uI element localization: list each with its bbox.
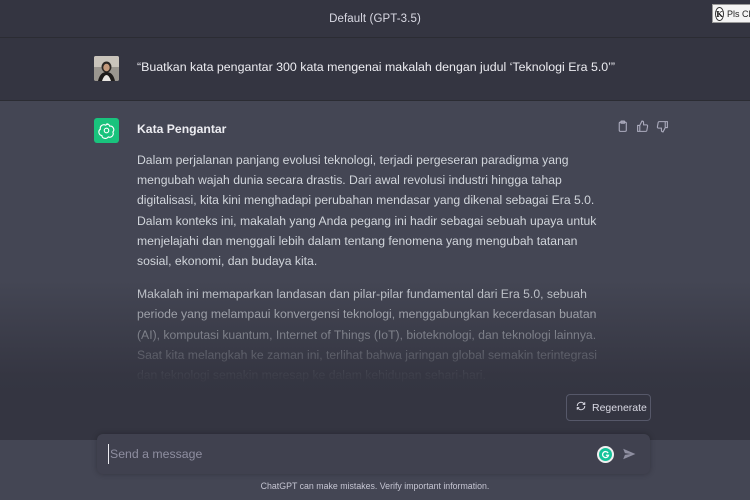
- grammarly-icon[interactable]: [597, 446, 614, 463]
- message-input[interactable]: [108, 444, 578, 464]
- copy-icon[interactable]: [616, 120, 629, 133]
- send-icon[interactable]: [622, 447, 636, 461]
- user-message-row: “Buatkan kata pengantar 300 kata mengena…: [0, 38, 750, 101]
- extension-badge[interactable]: K Pls Cl: [712, 4, 750, 23]
- message-composer: [97, 434, 650, 474]
- extension-badge-text: Pls Cl: [726, 8, 750, 19]
- assistant-paragraph: Makalah ini memaparkan landasan dan pila…: [137, 287, 597, 383]
- assistant-message-body: Kata Pengantar Dalam perjalanan panjang …: [137, 121, 612, 472]
- chatgpt-logo-icon: [94, 118, 119, 143]
- refresh-icon: [576, 401, 586, 414]
- thumbs-up-icon[interactable]: [636, 120, 649, 133]
- user-message-text: “Buatkan kata pengantar 300 kata mengena…: [137, 60, 616, 74]
- extension-k-icon: K: [715, 6, 724, 21]
- thumbs-down-icon[interactable]: [656, 120, 669, 133]
- top-bar: Default (GPT-3.5) K Pls Cl: [0, 0, 750, 38]
- message-actions: [616, 120, 669, 133]
- assistant-paragraph: Dalam perjalanan panjang evolusi teknolo…: [137, 153, 597, 269]
- assistant-message-title: Kata Pengantar: [137, 122, 227, 136]
- regenerate-button[interactable]: Regenerate: [566, 394, 651, 421]
- user-avatar: [94, 56, 119, 81]
- model-label[interactable]: Default (GPT-3.5): [329, 13, 421, 25]
- regenerate-label: Regenerate: [592, 401, 647, 414]
- disclaimer-text: ChatGPT can make mistakes. Verify import…: [260, 481, 490, 491]
